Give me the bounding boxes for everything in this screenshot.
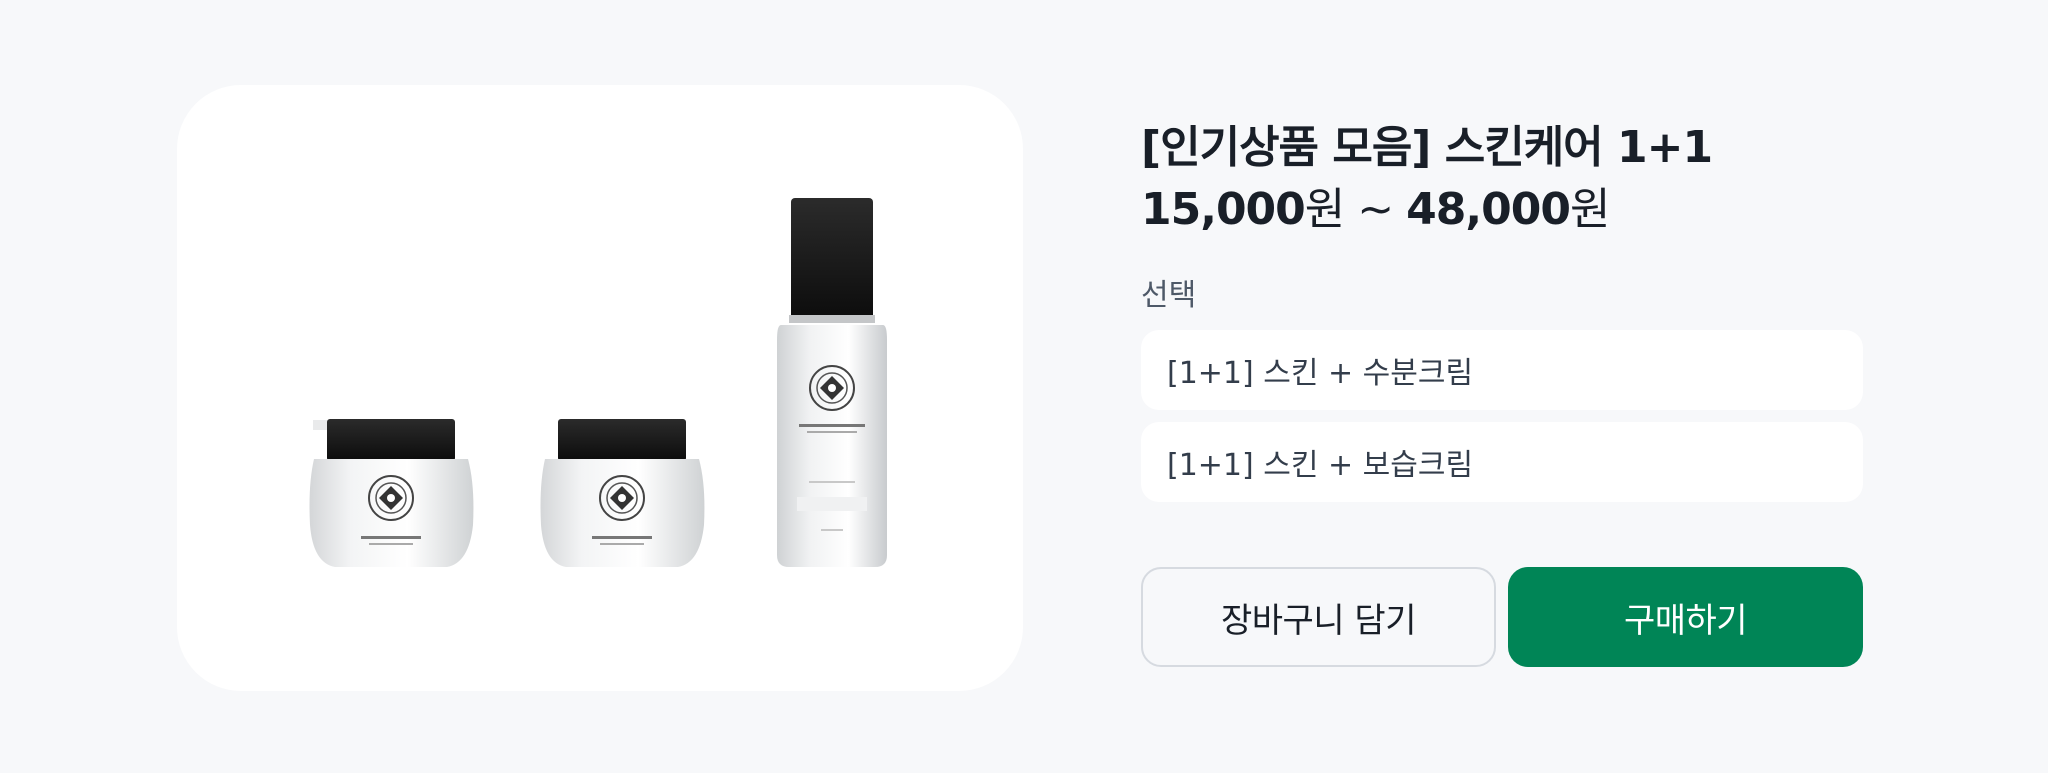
action-buttons: 장바구니 담기 구매하기 [1141, 567, 1863, 667]
product-info: [인기상품 모음] 스킨케어 1+1 15,000원 ~ 48,000원 선택 … [1141, 118, 1863, 502]
price-max-unit: 원 [1569, 184, 1610, 235]
cream-jar-2 [540, 419, 705, 567]
price-separator: ~ [1357, 184, 1394, 235]
price-min-unit: 원 [1304, 184, 1345, 235]
price-min: 15,000 [1141, 184, 1306, 235]
product-image [309, 198, 887, 567]
product-image-card [177, 85, 1023, 691]
buy-now-button[interactable]: 구매하기 [1508, 567, 1863, 667]
price-max: 48,000 [1406, 184, 1571, 235]
option-item-skin-moisture-cream[interactable]: [1+1] 스킨 + 수분크림 [1141, 330, 1863, 410]
option-item-label: [1+1] 스킨 + 보습크림 [1167, 448, 1474, 483]
price-range: 15,000원 ~ 48,000원 [1141, 180, 1863, 240]
option-item-skin-hydrating-cream[interactable]: [1+1] 스킨 + 보습크림 [1141, 422, 1863, 502]
product-title: [인기상품 모음] 스킨케어 1+1 [1141, 122, 1713, 173]
option-label: 선택 [1141, 278, 1197, 313]
add-to-cart-button[interactable]: 장바구니 담기 [1141, 567, 1496, 667]
option-item-label: [1+1] 스킨 + 수분크림 [1167, 356, 1474, 391]
cream-jar-1 [309, 419, 474, 567]
toner-bottle [777, 198, 887, 567]
